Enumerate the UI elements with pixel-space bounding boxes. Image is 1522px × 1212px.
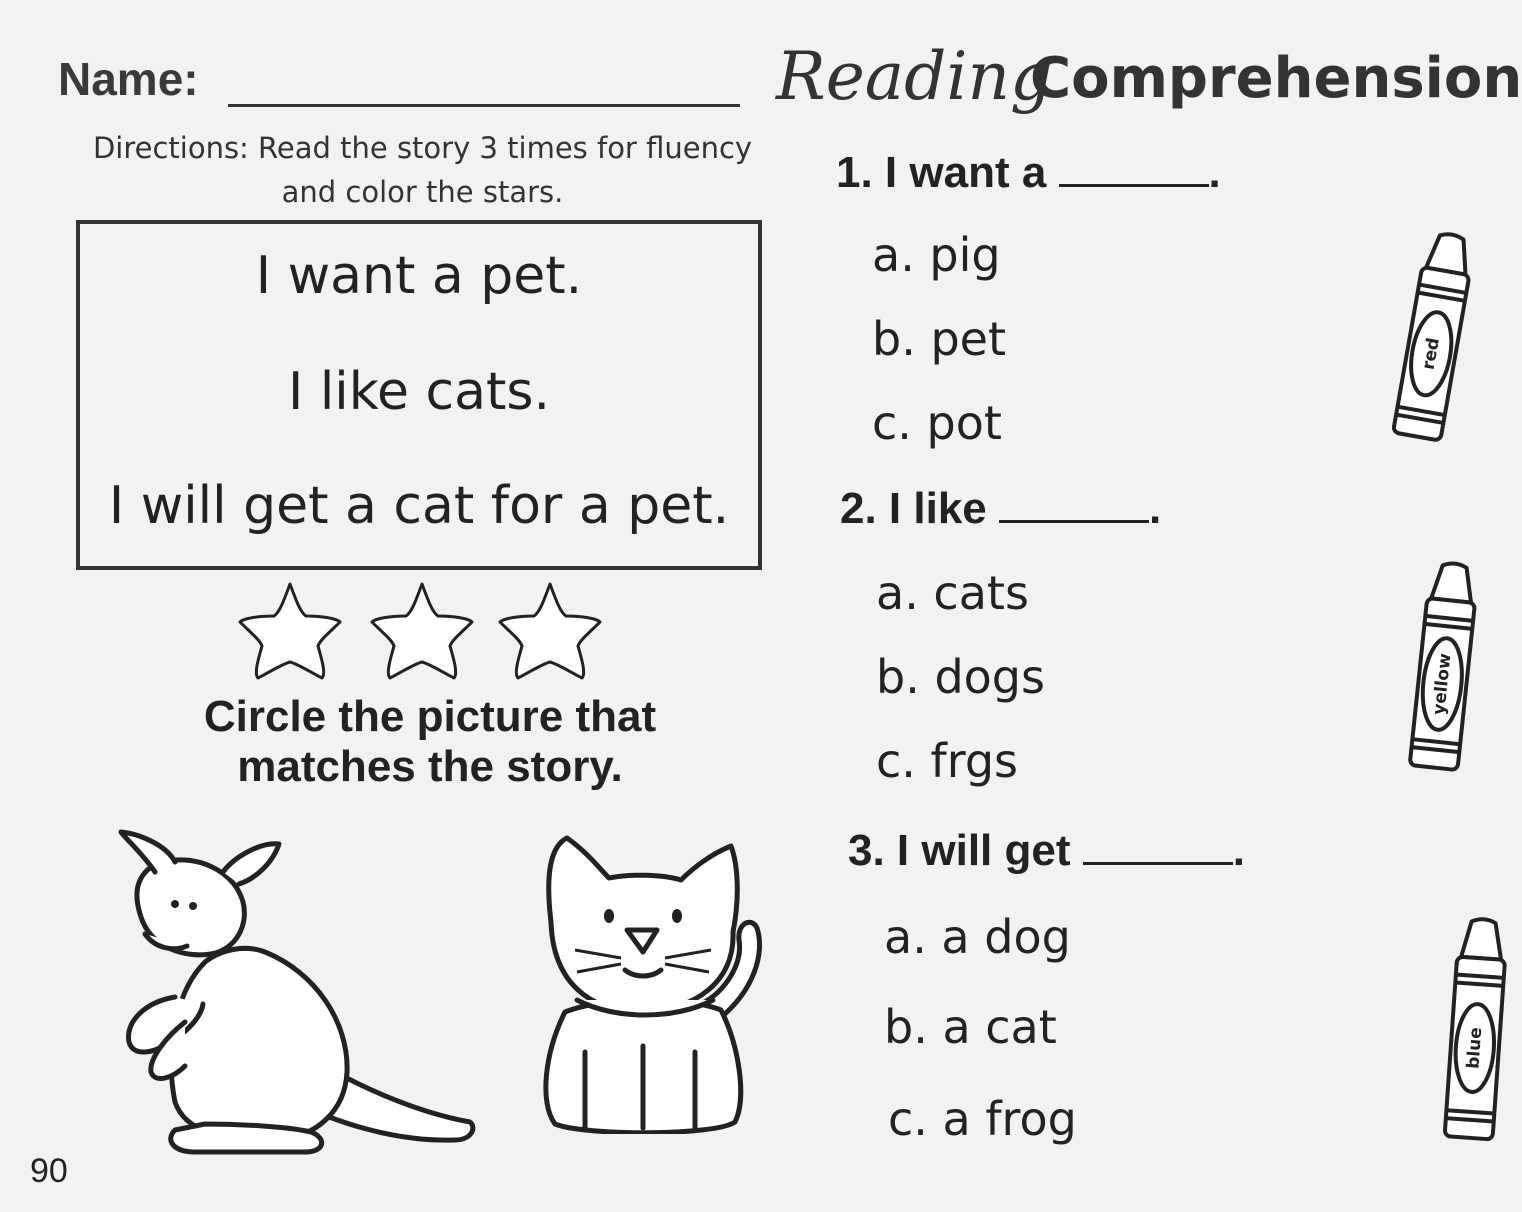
- story-line-1: I want a pet.: [255, 246, 583, 306]
- question-1-option-b[interactable]: b. pet: [872, 312, 1006, 366]
- question-1: 1. I want a .: [836, 148, 1221, 198]
- question-2-end: .: [1149, 484, 1162, 533]
- story-box: I want a pet. I like cats. I will get a …: [76, 220, 762, 570]
- question-1-end: .: [1208, 148, 1221, 197]
- directions: Directions: Read the story 3 times for f…: [60, 126, 785, 214]
- name-label: Name:: [58, 53, 199, 105]
- question-2-option-c[interactable]: c. frgs: [876, 734, 1018, 788]
- star-icon[interactable]: [498, 582, 602, 680]
- question-1-blank[interactable]: [1058, 184, 1209, 187]
- title-script-word: Reading: [776, 38, 1053, 115]
- story-line-3: I will get a cat for a pet.: [108, 476, 730, 536]
- question-2-prompt: 2. I like: [840, 484, 987, 533]
- title-bold-word: Comprehension: [1030, 46, 1522, 111]
- cat-picture-icon[interactable]: [525, 832, 775, 1134]
- blue-crayon-label: blue: [1463, 1027, 1486, 1070]
- question-2-option-b[interactable]: b. dogs: [876, 650, 1045, 704]
- question-1-prompt: 1. I want a: [836, 148, 1047, 197]
- question-1-option-a[interactable]: a. pig: [872, 228, 1001, 282]
- star-icon[interactable]: [238, 582, 342, 680]
- page-number: 90: [30, 1152, 68, 1190]
- blue-crayon-icon[interactable]: blue: [1430, 916, 1520, 1146]
- question-3-option-c[interactable]: c. a frog: [888, 1092, 1077, 1146]
- directions-line-2: and color the stars.: [281, 175, 564, 209]
- circle-instruction: Circle the picture that matches the stor…: [140, 692, 720, 792]
- question-3-blank[interactable]: [1082, 862, 1233, 865]
- kangaroo-picture-icon[interactable]: [115, 822, 485, 1157]
- question-3-end: .: [1232, 826, 1245, 875]
- yellow-crayon-icon[interactable]: yellow: [1398, 560, 1488, 775]
- name-blank-line[interactable]: [228, 104, 740, 107]
- question-2-blank[interactable]: [999, 520, 1149, 523]
- question-3-prompt: 3. I will get: [848, 826, 1071, 875]
- circle-instruction-line-2: matches the story.: [237, 742, 623, 791]
- story-line-2: I like cats.: [287, 362, 550, 422]
- star-icon[interactable]: [370, 582, 474, 680]
- question-3-option-b[interactable]: b. a cat: [884, 1000, 1057, 1054]
- question-1-option-c[interactable]: c. pot: [872, 396, 1002, 450]
- question-2-option-a[interactable]: a. cats: [876, 566, 1029, 620]
- fluency-stars: [238, 582, 602, 680]
- directions-line-1: Directions: Read the story 3 times for f…: [92, 131, 753, 165]
- circle-instruction-line-1: Circle the picture that: [203, 692, 657, 741]
- question-3: 3. I will get .: [848, 826, 1245, 876]
- question-2: 2. I like .: [840, 484, 1161, 534]
- question-3-option-a[interactable]: a. a dog: [884, 910, 1071, 964]
- red-crayon-icon[interactable]: red: [1384, 230, 1484, 445]
